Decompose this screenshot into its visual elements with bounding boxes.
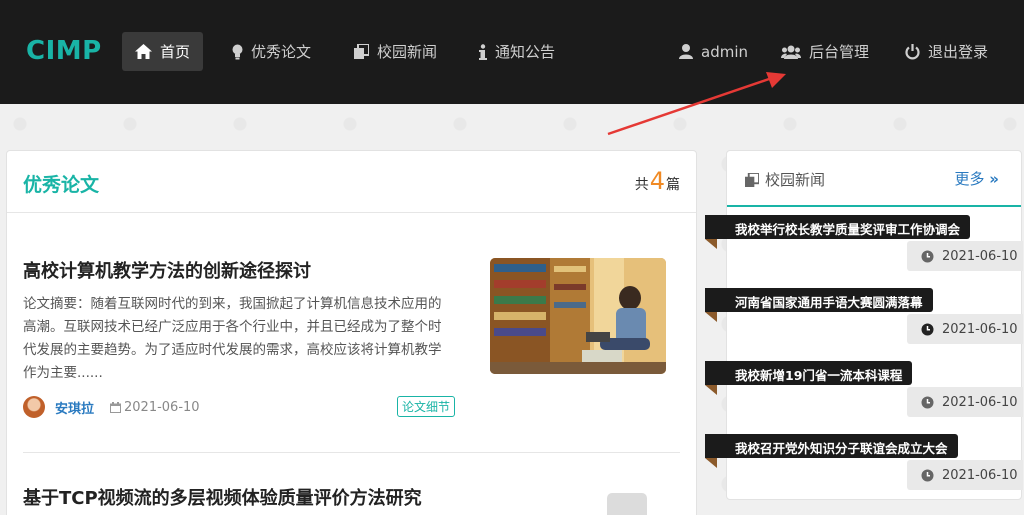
article-separator (23, 452, 680, 453)
count-suffix: 篇 (666, 177, 680, 193)
more-label: 更多 (954, 170, 985, 188)
nav-admin[interactable]: 后台管理 (768, 32, 882, 71)
clock-icon (921, 323, 934, 335)
papers-panel: 优秀论文 共 4 篇 高校计算机教学方法的创新途径探讨 论文摘要：随着互联网时代… (6, 150, 697, 515)
more-link[interactable]: 更多 » (955, 168, 1000, 189)
nav-logout[interactable]: 退出登录 (892, 32, 1001, 71)
home-icon (135, 44, 152, 59)
papers-count: 共 4 篇 (635, 167, 680, 195)
top-navbar: CIMP 首页 优秀论文 校园新闻 通知公告 admin 后台管理 退出登录 (0, 0, 1024, 104)
nav-home[interactable]: 首页 (122, 32, 204, 71)
article-date-text: 2021-06-10 (124, 399, 200, 415)
article-thumbnail[interactable] (607, 493, 647, 515)
article-thumbnail[interactable] (490, 258, 666, 374)
nav-admin-label: 后台管理 (809, 43, 870, 61)
nav-papers[interactable]: 优秀论文 (219, 32, 324, 71)
calendar-icon (110, 401, 122, 413)
power-icon (905, 43, 920, 59)
news-item-date: 2021-06-10 (907, 387, 1023, 417)
news-item-date: 2021-06-10 (907, 314, 1023, 344)
article-author[interactable]: 安琪拉 (55, 398, 94, 417)
nav-news[interactable]: 校园新闻 (341, 32, 450, 71)
article-meta: 安琪拉 2021-06-10 (23, 396, 200, 418)
nav-papers-label: 优秀论文 (251, 43, 312, 61)
ribbon-fold (705, 385, 717, 395)
nav-news-label: 校园新闻 (377, 43, 438, 61)
news-item-title[interactable]: 我校举行校长教学质量奖评审工作协调会 (705, 215, 971, 239)
news-item[interactable]: 河南省国家通用手语大赛圆满落幕 2021-06-10 (705, 288, 1023, 346)
article-title[interactable]: 高校计算机教学方法的创新途径探讨 (23, 257, 311, 283)
news-item-date-text: 2021-06-10 (942, 467, 1018, 483)
news-panel: 校园新闻 更多 » 我校举行校长教学质量奖评审工作协调会 2021-06-10 … (705, 150, 1023, 500)
news-item[interactable]: 我校举行校长教学质量奖评审工作协调会 2021-06-10 (705, 215, 1023, 273)
avatar[interactable] (23, 396, 45, 418)
user-icon (679, 44, 693, 59)
papers-title: 优秀论文 (23, 174, 100, 196)
ribbon-fold (705, 458, 717, 468)
article-date: 2021-06-10 (110, 400, 200, 415)
news-item[interactable]: 我校召开党外知识分子联谊会成立大会 2021-06-10 (705, 434, 1023, 492)
double-chevron-right-icon: » (989, 170, 999, 188)
nav-home-label: 首页 (160, 43, 191, 61)
news-header: 校园新闻 更多 » (727, 151, 1021, 207)
copy-icon (745, 172, 759, 187)
article-abstract: 论文摘要：随着互联网时代的到来，我国掀起了计算机信息技术应用的高潮。互联网技术已… (23, 296, 442, 381)
article-tag[interactable]: 论文细节 (397, 396, 456, 417)
news-item-title[interactable]: 河南省国家通用手语大赛圆满落幕 (705, 288, 933, 312)
news-item-date: 2021-06-10 (907, 460, 1023, 490)
ribbon-fold (705, 239, 717, 249)
count-number: 4 (649, 167, 665, 195)
brand-logo[interactable]: CIMP (26, 36, 102, 66)
info-icon (479, 43, 487, 60)
news-item-date-text: 2021-06-10 (942, 248, 1018, 264)
papers-header: 优秀论文 共 4 篇 (7, 151, 696, 213)
count-prefix: 共 (634, 177, 649, 193)
clock-icon (921, 250, 934, 262)
users-icon (781, 45, 801, 59)
ribbon-fold (705, 312, 717, 322)
news-title-text: 校园新闻 (765, 171, 826, 189)
annotation-arrow (607, 72, 786, 136)
news-item-date-text: 2021-06-10 (942, 321, 1018, 337)
nav-notice-label: 通知公告 (495, 43, 556, 61)
nav-user-label: admin (701, 42, 748, 61)
nav-notice[interactable]: 通知公告 (466, 32, 568, 71)
copy-icon (354, 44, 369, 59)
news-item-date-text: 2021-06-10 (942, 394, 1018, 410)
clock-icon (921, 396, 934, 408)
clock-icon (921, 469, 934, 481)
news-item-title[interactable]: 我校新增19门省一流本科课程 (705, 361, 913, 385)
news-item-title[interactable]: 我校召开党外知识分子联谊会成立大会 (705, 434, 958, 458)
article-title[interactable]: 基于TCP视频流的多层视频体验质量评价方法研究 (23, 484, 443, 514)
nav-logout-label: 退出登录 (928, 43, 989, 61)
lightbulb-icon (232, 44, 243, 59)
news-item[interactable]: 我校新增19门省一流本科课程 2021-06-10 (705, 361, 1023, 419)
news-title: 校园新闻 (745, 169, 825, 190)
nav-user[interactable]: admin (666, 32, 761, 71)
news-item-date: 2021-06-10 (907, 241, 1023, 271)
